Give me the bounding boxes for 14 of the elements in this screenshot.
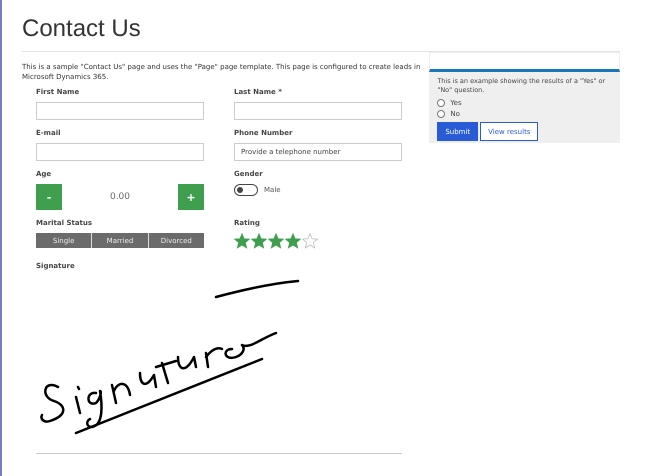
filled-star-icon[interactable] (285, 233, 301, 249)
radio-button[interactable] (437, 99, 446, 107)
age-value: 0.00 (110, 192, 130, 202)
last-name-field[interactable] (234, 102, 402, 120)
increment-button[interactable]: + (178, 184, 204, 210)
first-name-field[interactable] (36, 102, 204, 120)
filled-star-icon[interactable] (251, 233, 267, 249)
email-field[interactable] (36, 143, 204, 161)
page-title: Contact Us (22, 14, 142, 44)
filled-star-icon[interactable] (268, 233, 284, 249)
toggle-switch[interactable] (234, 184, 258, 196)
decrement-button[interactable]: - (36, 184, 62, 210)
radio-button[interactable] (437, 110, 446, 118)
filled-star-icon[interactable] (234, 233, 250, 249)
